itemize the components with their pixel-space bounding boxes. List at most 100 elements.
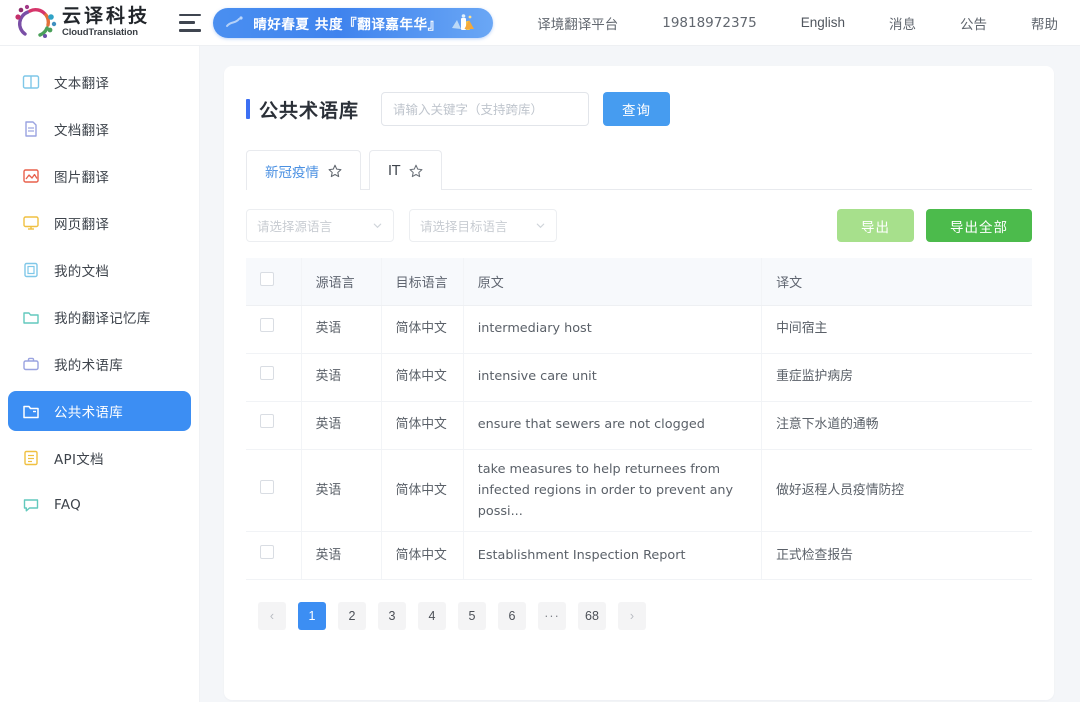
row-select-cell [246, 531, 302, 580]
tab-covid[interactable]: 新冠疫情 [246, 150, 361, 190]
pagination-page-last[interactable]: 68 [578, 601, 606, 630]
nav-help[interactable]: 帮助 [1031, 13, 1058, 33]
monitor-icon [23, 216, 39, 230]
select-all-checkbox[interactable] [260, 272, 274, 287]
table-row[interactable]: 英语 简体中文 take measures to help returnees … [246, 449, 1032, 532]
chat-icon [23, 499, 39, 512]
folder-icon [23, 312, 39, 324]
cell-target-language: 简体中文 [381, 305, 464, 354]
sidebar-item-web-translation[interactable]: 网页翻译 [8, 203, 191, 243]
sidebar-label: 我的翻译记忆库 [54, 311, 151, 327]
cell-source-language: 英语 [301, 531, 382, 580]
row-select-cell [246, 449, 302, 532]
pagination-page-1[interactable]: 1 [298, 601, 326, 630]
export-button[interactable]: 导出 [837, 209, 914, 242]
th-source-language: 源语言 [301, 258, 382, 306]
table-body: 英语 简体中文 intermediary host 中间宿主 英语 简体中文 i… [246, 305, 1032, 580]
search-button[interactable]: 查询 [603, 92, 671, 126]
image-icon [23, 169, 39, 183]
cell-translation: 重症监护病房 [761, 353, 1032, 402]
table-row[interactable]: 英语 简体中文 Establishment Inspection Report … [246, 531, 1032, 580]
table-row[interactable]: 英语 简体中文 ensure that sewers are not clogg… [246, 401, 1032, 450]
sidebar-item-text-translation[interactable]: 文本翻译 [8, 62, 191, 102]
page-header: 公共术语库 查询 [246, 92, 1032, 126]
pagination-page-4[interactable]: 4 [418, 601, 446, 630]
open-folder-icon [23, 405, 39, 419]
sidebar-label: 公共术语库 [54, 405, 123, 421]
table-row[interactable]: 英语 简体中文 intensive care unit 重症监护病房 [246, 353, 1032, 402]
nav-language[interactable]: English [801, 15, 845, 30]
export-all-button[interactable]: 导出全部 [926, 209, 1032, 242]
row-select-cell [246, 305, 302, 354]
sidebar-item-my-documents[interactable]: 我的文档 [8, 250, 191, 290]
tab-it[interactable]: IT [369, 150, 443, 190]
brand-logo[interactable]: 云译科技 CloudTranslation [0, 3, 175, 43]
pagination-next[interactable]: › [618, 601, 646, 630]
row-checkbox[interactable] [260, 544, 274, 559]
sidebar-item-faq[interactable]: FAQ [8, 485, 191, 525]
sidebar-item-api-doc[interactable]: API文档 [8, 438, 191, 478]
pagination-ellipsis[interactable]: ··· [538, 601, 566, 630]
sidebar-item-image-translation[interactable]: 图片翻译 [8, 156, 191, 196]
page-title: 公共术语库 [259, 99, 360, 122]
sidebar-label: 文档翻译 [54, 123, 110, 139]
sidebar-item-my-terminology[interactable]: 我的术语库 [8, 344, 191, 384]
content-card: 公共术语库 查询 新冠疫情 IT 请选择源语言 [224, 66, 1054, 700]
row-checkbox[interactable] [260, 479, 274, 494]
search-input[interactable] [381, 92, 590, 126]
cell-target-language: 简体中文 [381, 449, 464, 532]
cell-original: intermediary host [463, 305, 763, 354]
cloud-translation-logo-icon [15, 4, 57, 38]
pagination-page-3[interactable]: 3 [378, 601, 406, 630]
star-icon[interactable] [409, 164, 423, 178]
api-doc-icon [24, 450, 38, 466]
pagination: ‹ 1 2 3 4 5 6 ··· 68 › [246, 601, 1032, 630]
th-original: 原文 [463, 258, 763, 306]
cell-source-language: 英语 [301, 353, 382, 402]
pagination-page-2[interactable]: 2 [338, 601, 366, 630]
target-language-select[interactable]: 请选择目标语言 [409, 209, 557, 242]
briefcase-icon [23, 357, 39, 371]
source-language-select[interactable]: 请选择源语言 [246, 209, 394, 242]
nav-platform[interactable]: 译境翻译平台 [537, 13, 618, 33]
table-row[interactable]: 英语 简体中文 intermediary host 中间宿主 [246, 305, 1032, 354]
cell-original: Establishment Inspection Report [463, 531, 763, 580]
brand-name-cn: 云译科技 [62, 5, 151, 28]
sidebar-label: 我的术语库 [54, 358, 123, 374]
doc-folder-icon [24, 262, 38, 278]
title-accent-bar [246, 99, 250, 119]
sidebar-label: FAQ [54, 497, 82, 513]
promo-banner-label: 晴好春夏 共度『翻译嘉年华』 [253, 16, 442, 33]
hamburger-icon[interactable] [179, 13, 202, 32]
sidebar-label: 文本翻译 [54, 76, 110, 92]
sidebar-item-my-translation-memory[interactable]: 我的翻译记忆库 [8, 297, 191, 337]
cell-translation: 正式检查报告 [761, 531, 1032, 580]
pagination-page-5[interactable]: 5 [458, 601, 486, 630]
nav-account[interactable]: 19818972375 [662, 15, 756, 31]
pagination-page-6[interactable]: 6 [498, 601, 526, 630]
row-checkbox[interactable] [260, 366, 274, 381]
tab-label: IT [388, 162, 401, 179]
sidebar-item-public-terminology[interactable]: 公共术语库 [8, 391, 191, 431]
table-header-row: 源语言 目标语言 原文 译文 [246, 258, 1032, 306]
chevron-down-icon [373, 223, 382, 229]
table-head: 源语言 目标语言 原文 译文 [246, 258, 1032, 306]
sidebar-item-document-translation[interactable]: 文档翻译 [8, 109, 191, 149]
chevron-down-icon [536, 223, 545, 229]
cell-target-language: 简体中文 [381, 401, 464, 450]
cell-source-language: 英语 [301, 401, 382, 450]
cell-original: intensive care unit [463, 353, 763, 402]
star-icon[interactable] [328, 164, 342, 178]
pagination-prev[interactable]: ‹ [258, 601, 286, 630]
nav-announcements[interactable]: 公告 [960, 13, 987, 33]
th-select-all [246, 258, 302, 306]
top-bar: 云译科技 CloudTranslation 晴好春夏 共度『翻译嘉年华』 译境翻… [0, 0, 1080, 46]
row-checkbox[interactable] [260, 318, 274, 333]
promo-banner-button[interactable]: 晴好春夏 共度『翻译嘉年华』 [213, 7, 494, 38]
celebration-icon [451, 13, 474, 30]
row-checkbox[interactable] [260, 414, 274, 429]
sidebar-label: 我的文档 [54, 264, 110, 280]
main-content: 公共术语库 查询 新冠疫情 IT 请选择源语言 [200, 46, 1080, 702]
cell-source-language: 英语 [301, 449, 382, 532]
nav-messages[interactable]: 消息 [889, 13, 916, 33]
